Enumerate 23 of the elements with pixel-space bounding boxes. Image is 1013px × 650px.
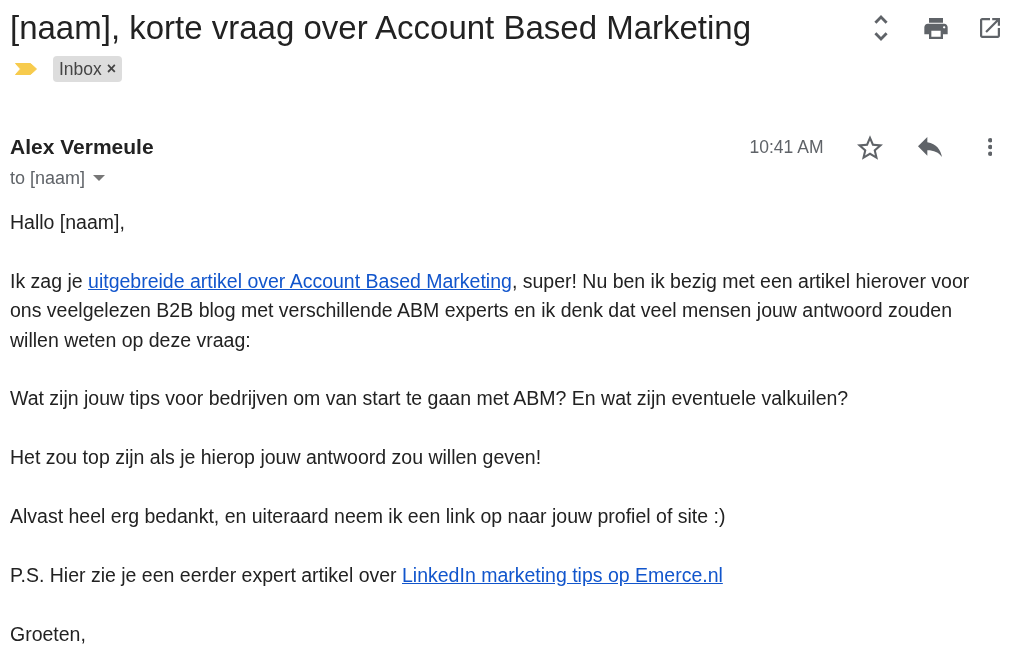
reply-icon[interactable]: [917, 137, 942, 157]
body-paragraph: Wat zijn jouw tips voor bedrijven om van start te gaan met ABM? En wat zijn eventuele valkuilen?: [10, 386, 850, 412]
label-text: Inbox: [59, 57, 102, 81]
print-icon[interactable]: [924, 17, 948, 39]
link[interactable]: LinkedIn marketing tips op Emerce.nl: [402, 563, 723, 586]
message-time: 10:41 AM: [749, 135, 824, 159]
body-paragraph: Alvast heel erg bedankt, en uiteraard neem ik een link op naar jouw profiel of site :): [10, 504, 727, 529]
body-paragraph: P.S. Hier zie je een eerder expert artikel over LinkedIn marketing tips op Emerce.nl: [10, 562, 724, 588]
caret-icon[interactable]: [93, 175, 106, 181]
more-options-icon[interactable]: [987, 138, 992, 156]
expand-collapse-icon[interactable]: [874, 15, 888, 41]
star-icon[interactable]: [856, 134, 883, 160]
recipient-line[interactable]: to [naam]: [10, 164, 86, 192]
body-paragraph: Groeten,: [10, 621, 87, 647]
open-in-new-window-icon[interactable]: [980, 18, 1000, 38]
email-subject: [naam], korte vraag over Account Based Marketing: [10, 9, 752, 47]
body-paragraph: Ik zag je uitgebreide artikel over Account Based Marketing, super! Nu ben ik bezig met een artikel hierover voor ons veelgelezen B2B blog met verschillende ABM experts en ik denk dat veel mensen jouw antwoord zouden willen weten op deze vraag:: [10, 268, 971, 353]
link[interactable]: uitgebreide artikel over Account Based Marketing: [88, 269, 512, 292]
body-paragraph: Het zou top zijn als je hierop jouw antwoord zou willen geven!: [10, 445, 543, 471]
importance-marker-icon[interactable]: [15, 63, 37, 75]
remove-label-button[interactable]: ×: [106, 61, 117, 77]
body-paragraph: Hallo [naam],: [10, 210, 126, 235]
sender-name: Alex Vermeule: [10, 134, 154, 161]
